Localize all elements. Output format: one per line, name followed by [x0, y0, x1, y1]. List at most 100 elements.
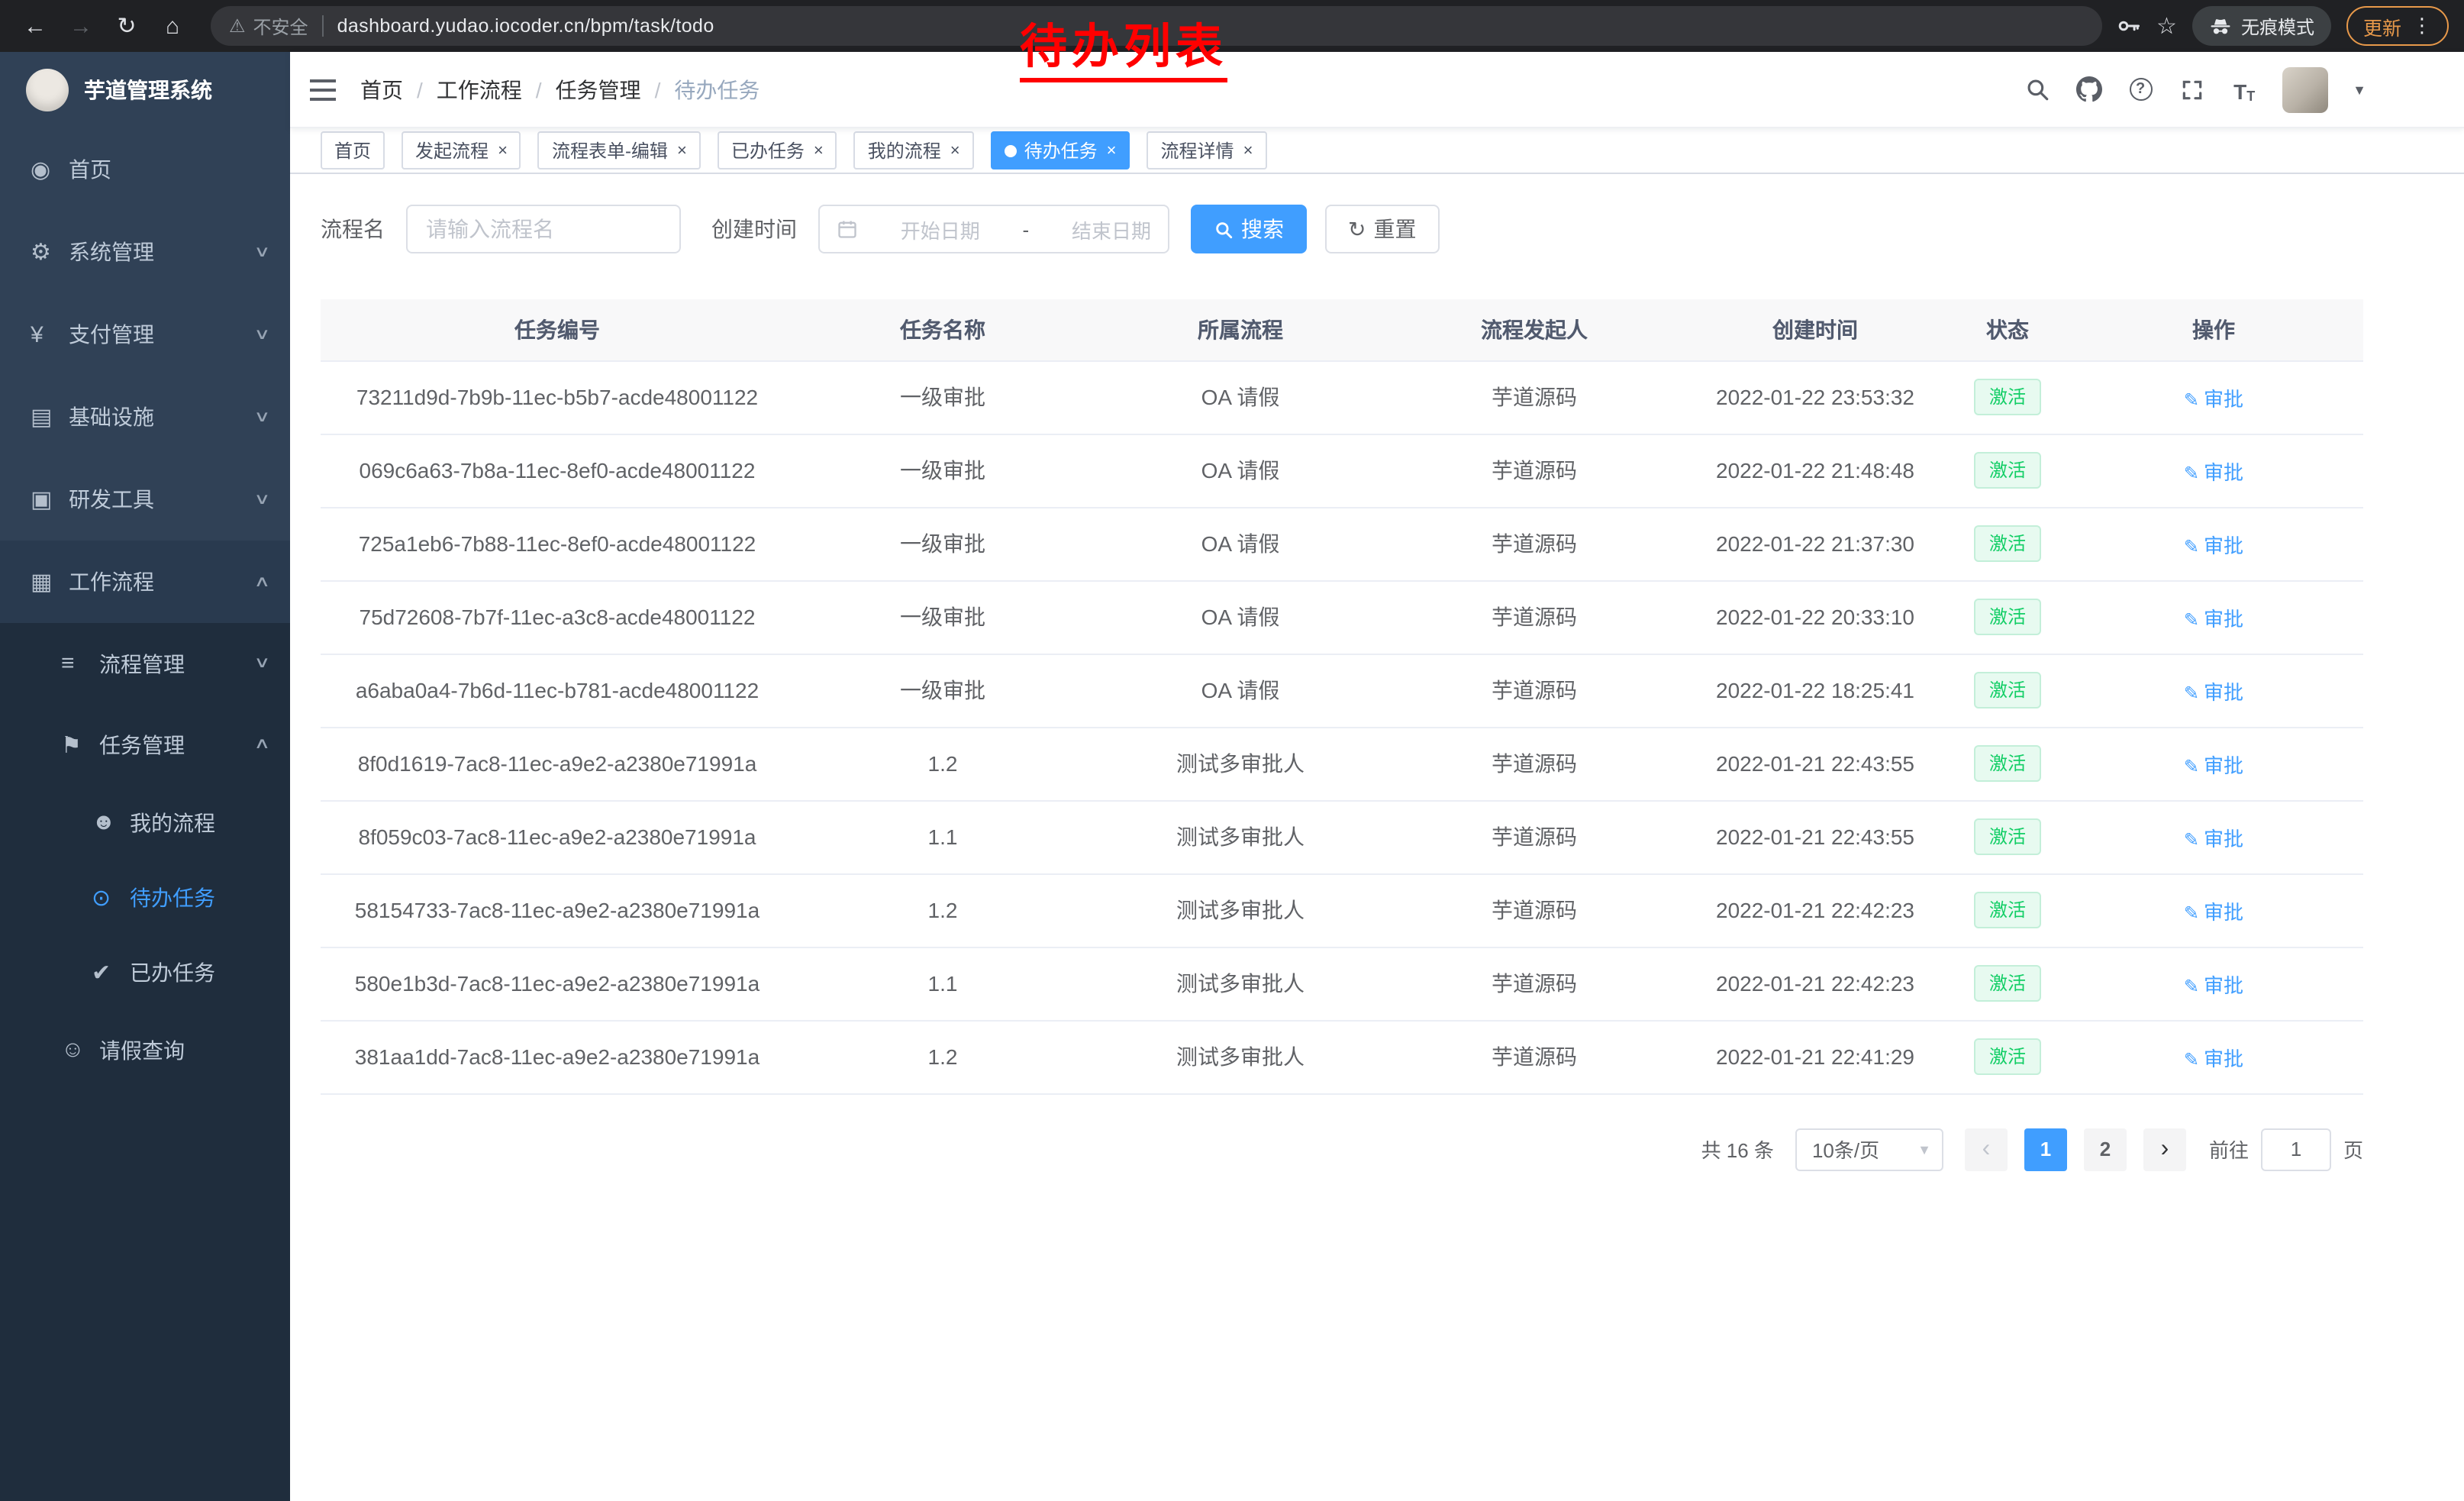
prev-page-button[interactable]: ‹ [1965, 1128, 2008, 1170]
yen-icon: ¥ [31, 321, 69, 347]
update-button[interactable]: 更新 ⋮ [2346, 6, 2449, 46]
approve-link[interactable]: ✎审批 [2184, 534, 2243, 557]
page-unit-label: 页 [2343, 1135, 2363, 1164]
reload-icon[interactable]: ↻ [107, 6, 147, 46]
annotation-todo-list: 待办列表 [1020, 8, 1227, 82]
incognito-icon [2209, 15, 2232, 37]
column-header: 操作 [2064, 299, 2363, 360]
cell-action: ✎审批 [2064, 800, 2363, 873]
sidebar-item-process-mgmt[interactable]: ≡流程管理∨ [0, 623, 290, 704]
range-separator: - [1023, 218, 1030, 240]
sidebar-item-my-process[interactable]: ☻我的流程 [0, 785, 290, 860]
sidebar-item-done-task[interactable]: ✔已办任务 [0, 934, 290, 1009]
edit-icon: ✎ [2184, 902, 2199, 923]
approve-link[interactable]: ✎审批 [2184, 680, 2243, 703]
approve-link[interactable]: ✎审批 [2184, 754, 2243, 776]
goto-page-input[interactable] [2261, 1128, 2331, 1170]
close-icon[interactable]: × [498, 141, 508, 160]
sidebar-item-todo-task[interactable]: ⊙待办任务 [0, 860, 290, 934]
page-size-select[interactable]: 10条/页 ▼ [1795, 1128, 1943, 1170]
approve-link[interactable]: ✎审批 [2184, 387, 2243, 410]
sidebar-item-payment[interactable]: ¥支付管理∨ [0, 293, 290, 376]
cell-initiator: 芋道源码 [1389, 1020, 1679, 1093]
approve-label: 审批 [2204, 900, 2243, 923]
sidebar-item-label: 基础设施 [69, 402, 154, 432]
table-row: 58154733-7ac8-11ec-a9e2-a2380e71991a1.2测… [321, 873, 2363, 947]
edit-icon: ✎ [2184, 975, 2199, 996]
tab-home[interactable]: 首页 [321, 131, 385, 169]
approve-link[interactable]: ✎审批 [2184, 460, 2243, 483]
approve-link[interactable]: ✎审批 [2184, 900, 2243, 923]
active-dot-icon [1005, 144, 1017, 157]
close-icon[interactable]: × [814, 141, 824, 160]
page-button-2[interactable]: 2 [2084, 1128, 2127, 1170]
bookmark-star-icon[interactable]: ☆ [2156, 12, 2177, 40]
status-badge: 激活 [1974, 379, 2041, 415]
sidebar-item-leave-query[interactable]: ☺请假查询 [0, 1009, 290, 1090]
approve-link[interactable]: ✎审批 [2184, 973, 2243, 996]
close-icon[interactable]: × [1107, 141, 1117, 160]
menu-kebab-icon[interactable]: ⋮ [2412, 14, 2432, 38]
infrastructure-icon: ▤ [31, 403, 69, 431]
sidebar-collapse-icon[interactable] [308, 77, 337, 102]
app-logo[interactable]: 芋道管理系统 [0, 52, 290, 128]
edit-icon: ✎ [2184, 608, 2199, 630]
fullscreen-icon[interactable] [2179, 76, 2206, 103]
sidebar-item-label: 待办任务 [130, 882, 215, 912]
breadcrumb-item[interactable]: 首页 [360, 74, 403, 105]
tab-form-editor[interactable]: 流程表单-编辑× [538, 131, 701, 169]
breadcrumb-item[interactable]: 任务管理 [556, 74, 641, 105]
key-icon[interactable] [2114, 12, 2141, 40]
cell-time: 2022-01-21 22:41:29 [1679, 1020, 1951, 1093]
close-icon[interactable]: × [677, 141, 687, 160]
breadcrumb-separator: / [536, 77, 542, 102]
tab-start-process[interactable]: 发起流程× [402, 131, 521, 169]
sidebar-item-infrastructure[interactable]: ▤基础设施∨ [0, 376, 290, 458]
approve-link[interactable]: ✎审批 [2184, 607, 2243, 630]
github-icon[interactable] [2075, 76, 2102, 103]
help-icon[interactable]: ? [2127, 76, 2154, 103]
date-range-picker[interactable]: 开始日期 - 结束日期 [818, 205, 1169, 253]
status-badge: 激活 [1974, 892, 2041, 928]
back-icon[interactable]: ← [15, 6, 55, 46]
avatar[interactable] [2282, 66, 2328, 112]
column-header: 任务名称 [794, 299, 1092, 360]
cell-action: ✎审批 [2064, 434, 2363, 507]
cell-time: 2022-01-21 22:43:55 [1679, 727, 1951, 800]
next-page-button[interactable]: › [2143, 1128, 2186, 1170]
approve-link[interactable]: ✎审批 [2184, 827, 2243, 850]
tab-process-detail[interactable]: 流程详情× [1147, 131, 1267, 169]
breadcrumb-item[interactable]: 工作流程 [437, 74, 522, 105]
tab-my-process[interactable]: 我的流程× [854, 131, 974, 169]
font-size-icon[interactable]: TT [2230, 76, 2258, 103]
cell-process: OA 请假 [1092, 360, 1389, 434]
sidebar-item-label: 首页 [69, 154, 111, 185]
sidebar-item-devtools[interactable]: ▣研发工具∨ [0, 458, 290, 541]
cell-status: 激活 [1951, 947, 2064, 1020]
sidebar-item-label: 工作流程 [69, 567, 154, 597]
close-icon[interactable]: × [1243, 141, 1253, 160]
process-name-input[interactable] [406, 205, 681, 253]
sidebar-item-workflow[interactable]: ▦工作流程∧ [0, 541, 290, 623]
approve-link[interactable]: ✎审批 [2184, 1047, 2243, 1070]
incognito-label: 无痕模式 [2241, 13, 2314, 39]
cell-action: ✎审批 [2064, 360, 2363, 434]
tab-todo-task[interactable]: 待办任务× [991, 131, 1130, 169]
reset-button-label: 重置 [1373, 214, 1416, 244]
reset-icon: ↻ [1348, 216, 1366, 242]
forward-icon[interactable]: → [61, 6, 101, 46]
page-button-1[interactable]: 1 [2024, 1128, 2067, 1170]
chevron-down-icon[interactable]: ▼ [2353, 82, 2366, 97]
cell-initiator: 芋道源码 [1389, 434, 1679, 507]
home-icon[interactable]: ⌂ [153, 6, 192, 46]
search-button[interactable]: 搜索 [1191, 205, 1307, 253]
tab-done-task[interactable]: 已办任务× [718, 131, 837, 169]
sidebar-item-system[interactable]: ⚙系统管理∨ [0, 211, 290, 293]
sidebar-item-task-mgmt[interactable]: ⚑任务管理∧ [0, 704, 290, 785]
reset-button[interactable]: ↻ 重置 [1325, 205, 1439, 253]
url-text: dashboard.yudao.iocoder.cn/bpm/task/todo [337, 15, 714, 37]
sidebar-item-home[interactable]: ◉首页 [0, 128, 290, 211]
search-icon[interactable] [2023, 76, 2050, 103]
cell-process: 测试多审批人 [1092, 1020, 1389, 1093]
close-icon[interactable]: × [950, 141, 960, 160]
